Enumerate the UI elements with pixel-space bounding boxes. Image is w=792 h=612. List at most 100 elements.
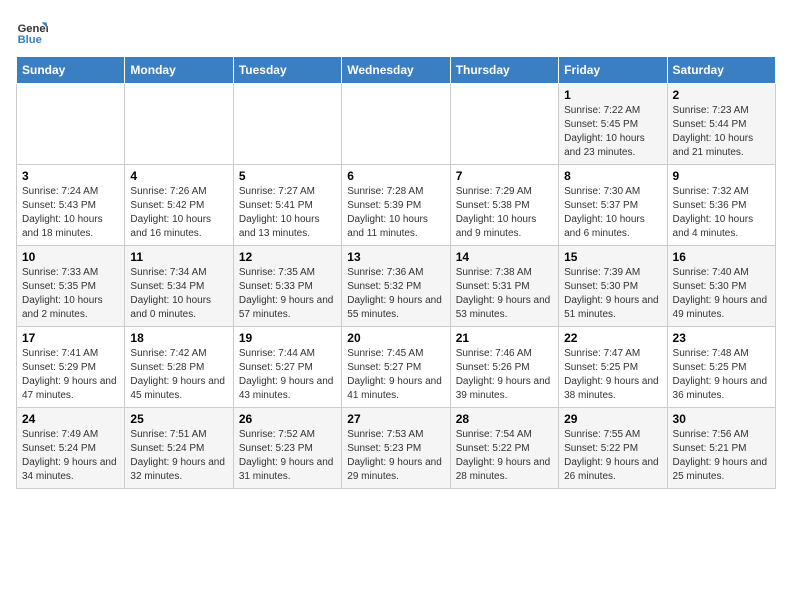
day-number: 18	[130, 331, 227, 345]
calendar-cell: 30 Sunrise: 7:56 AM Sunset: 5:21 PM Dayli…	[667, 408, 775, 489]
dow-header: Thursday	[450, 57, 558, 84]
day-info: Sunrise: 7:48 AM Sunset: 5:25 PM Dayligh…	[673, 347, 770, 403]
calendar-cell: 8 Sunrise: 7:30 AM Sunset: 5:37 PM Daylig…	[559, 165, 667, 246]
day-number: 21	[456, 331, 553, 345]
calendar-week-row: 1 Sunrise: 7:22 AM Sunset: 5:45 PM Daylig…	[17, 84, 776, 165]
calendar-cell: 29Sunrise: 7:55 AM Sunset: 5:22 PM Dayli…	[559, 408, 667, 489]
calendar-cell: 13Sunrise: 7:36 AM Sunset: 5:32 PM Dayli…	[342, 246, 450, 327]
day-info: Sunrise: 7:54 AM Sunset: 5:22 PM Dayligh…	[456, 428, 553, 484]
calendar-cell: 28 Sunrise: 7:54 AM Sunset: 5:22 PM Dayli…	[450, 408, 558, 489]
calendar-cell	[233, 84, 341, 165]
day-number: 26	[239, 412, 336, 426]
day-info: Sunrise: 7:36 AM Sunset: 5:32 PM Dayligh…	[347, 266, 444, 322]
day-number: 22	[564, 331, 661, 345]
day-info: Sunrise: 7:46 AM Sunset: 5:26 PM Dayligh…	[456, 347, 553, 403]
day-number: 7	[456, 169, 553, 183]
calendar-cell: 23 Sunrise: 7:48 AM Sunset: 5:25 PM Dayli…	[667, 327, 775, 408]
calendar-table: SundayMondayTuesdayWednesdayThursdayFrid…	[16, 56, 776, 489]
calendar-week-row: 17 Sunrise: 7:41 AM Sunset: 5:29 PM Dayli…	[17, 327, 776, 408]
calendar-cell: 19 Sunrise: 7:44 AM Sunset: 5:27 PM Dayli…	[233, 327, 341, 408]
day-info: Sunrise: 7:52 AM Sunset: 5:23 PM Dayligh…	[239, 428, 336, 484]
day-info: Sunrise: 7:39 AM Sunset: 5:30 PM Dayligh…	[564, 266, 661, 322]
calendar-cell	[342, 84, 450, 165]
day-number: 4	[130, 169, 227, 183]
logo: General Blue	[16, 16, 52, 48]
calendar-cell	[450, 84, 558, 165]
calendar-cell: 6 Sunrise: 7:28 AM Sunset: 5:39 PM Daylig…	[342, 165, 450, 246]
day-number: 6	[347, 169, 444, 183]
day-number: 5	[239, 169, 336, 183]
day-number: 19	[239, 331, 336, 345]
day-number: 8	[564, 169, 661, 183]
calendar-cell: 22 Sunrise: 7:47 AM Sunset: 5:25 PM Dayli…	[559, 327, 667, 408]
day-number: 30	[673, 412, 770, 426]
day-number: 15	[564, 250, 661, 264]
day-info: Sunrise: 7:30 AM Sunset: 5:37 PM Dayligh…	[564, 185, 661, 241]
day-info: Sunrise: 7:47 AM Sunset: 5:25 PM Dayligh…	[564, 347, 661, 403]
calendar-cell: 24 Sunrise: 7:49 AM Sunset: 5:24 PM Dayli…	[17, 408, 125, 489]
calendar-cell: 10Sunrise: 7:33 AM Sunset: 5:35 PM Dayli…	[17, 246, 125, 327]
calendar-cell: 1 Sunrise: 7:22 AM Sunset: 5:45 PM Daylig…	[559, 84, 667, 165]
day-info: Sunrise: 7:22 AM Sunset: 5:45 PM Dayligh…	[564, 104, 661, 160]
calendar-cell: 5 Sunrise: 7:27 AM Sunset: 5:41 PM Daylig…	[233, 165, 341, 246]
day-info: Sunrise: 7:28 AM Sunset: 5:39 PM Dayligh…	[347, 185, 444, 241]
calendar-cell: 7 Sunrise: 7:29 AM Sunset: 5:38 PM Daylig…	[450, 165, 558, 246]
calendar-cell	[125, 84, 233, 165]
calendar-cell: 4 Sunrise: 7:26 AM Sunset: 5:42 PM Daylig…	[125, 165, 233, 246]
day-number: 28	[456, 412, 553, 426]
day-info: Sunrise: 7:24 AM Sunset: 5:43 PM Dayligh…	[22, 185, 119, 241]
calendar-week-row: 10Sunrise: 7:33 AM Sunset: 5:35 PM Dayli…	[17, 246, 776, 327]
day-info: Sunrise: 7:41 AM Sunset: 5:29 PM Dayligh…	[22, 347, 119, 403]
day-info: Sunrise: 7:42 AM Sunset: 5:28 PM Dayligh…	[130, 347, 227, 403]
calendar-cell: 21 Sunrise: 7:46 AM Sunset: 5:26 PM Dayli…	[450, 327, 558, 408]
header: General Blue	[16, 16, 776, 48]
calendar-week-row: 3 Sunrise: 7:24 AM Sunset: 5:43 PM Daylig…	[17, 165, 776, 246]
day-info: Sunrise: 7:32 AM Sunset: 5:36 PM Dayligh…	[673, 185, 770, 241]
day-number: 27	[347, 412, 444, 426]
day-of-week-row: SundayMondayTuesdayWednesdayThursdayFrid…	[17, 57, 776, 84]
day-info: Sunrise: 7:55 AM Sunset: 5:22 PM Dayligh…	[564, 428, 661, 484]
day-info: Sunrise: 7:26 AM Sunset: 5:42 PM Dayligh…	[130, 185, 227, 241]
calendar-cell: 25 Sunrise: 7:51 AM Sunset: 5:24 PM Dayli…	[125, 408, 233, 489]
day-info: Sunrise: 7:29 AM Sunset: 5:38 PM Dayligh…	[456, 185, 553, 241]
calendar-cell: 2 Sunrise: 7:23 AM Sunset: 5:44 PM Daylig…	[667, 84, 775, 165]
calendar-body: 1 Sunrise: 7:22 AM Sunset: 5:45 PM Daylig…	[17, 84, 776, 489]
dow-header: Saturday	[667, 57, 775, 84]
day-number: 3	[22, 169, 119, 183]
day-info: Sunrise: 7:23 AM Sunset: 5:44 PM Dayligh…	[673, 104, 770, 160]
calendar-cell: 15 Sunrise: 7:39 AM Sunset: 5:30 PM Dayli…	[559, 246, 667, 327]
day-number: 1	[564, 88, 661, 102]
calendar-week-row: 24 Sunrise: 7:49 AM Sunset: 5:24 PM Dayli…	[17, 408, 776, 489]
svg-text:Blue: Blue	[18, 34, 42, 46]
day-number: 23	[673, 331, 770, 345]
calendar-cell: 9 Sunrise: 7:32 AM Sunset: 5:36 PM Daylig…	[667, 165, 775, 246]
dow-header: Wednesday	[342, 57, 450, 84]
calendar-cell: 27 Sunrise: 7:53 AM Sunset: 5:23 PM Dayli…	[342, 408, 450, 489]
calendar-cell: 11Sunrise: 7:34 AM Sunset: 5:34 PM Dayli…	[125, 246, 233, 327]
calendar-cell: 3 Sunrise: 7:24 AM Sunset: 5:43 PM Daylig…	[17, 165, 125, 246]
day-info: Sunrise: 7:49 AM Sunset: 5:24 PM Dayligh…	[22, 428, 119, 484]
day-number: 24	[22, 412, 119, 426]
day-number: 2	[673, 88, 770, 102]
day-number: 12	[239, 250, 336, 264]
day-info: Sunrise: 7:27 AM Sunset: 5:41 PM Dayligh…	[239, 185, 336, 241]
day-info: Sunrise: 7:51 AM Sunset: 5:24 PM Dayligh…	[130, 428, 227, 484]
calendar-cell: 20Sunrise: 7:45 AM Sunset: 5:27 PM Dayli…	[342, 327, 450, 408]
calendar-cell: 26 Sunrise: 7:52 AM Sunset: 5:23 PM Dayli…	[233, 408, 341, 489]
dow-header: Friday	[559, 57, 667, 84]
dow-header: Monday	[125, 57, 233, 84]
day-number: 9	[673, 169, 770, 183]
dow-header: Tuesday	[233, 57, 341, 84]
day-info: Sunrise: 7:35 AM Sunset: 5:33 PM Dayligh…	[239, 266, 336, 322]
day-number: 14	[456, 250, 553, 264]
day-info: Sunrise: 7:45 AM Sunset: 5:27 PM Dayligh…	[347, 347, 444, 403]
day-info: Sunrise: 7:53 AM Sunset: 5:23 PM Dayligh…	[347, 428, 444, 484]
day-number: 10	[22, 250, 119, 264]
day-number: 17	[22, 331, 119, 345]
day-info: Sunrise: 7:56 AM Sunset: 5:21 PM Dayligh…	[673, 428, 770, 484]
day-info: Sunrise: 7:44 AM Sunset: 5:27 PM Dayligh…	[239, 347, 336, 403]
day-info: Sunrise: 7:38 AM Sunset: 5:31 PM Dayligh…	[456, 266, 553, 322]
dow-header: Sunday	[17, 57, 125, 84]
day-number: 25	[130, 412, 227, 426]
svg-text:General: General	[18, 23, 48, 35]
